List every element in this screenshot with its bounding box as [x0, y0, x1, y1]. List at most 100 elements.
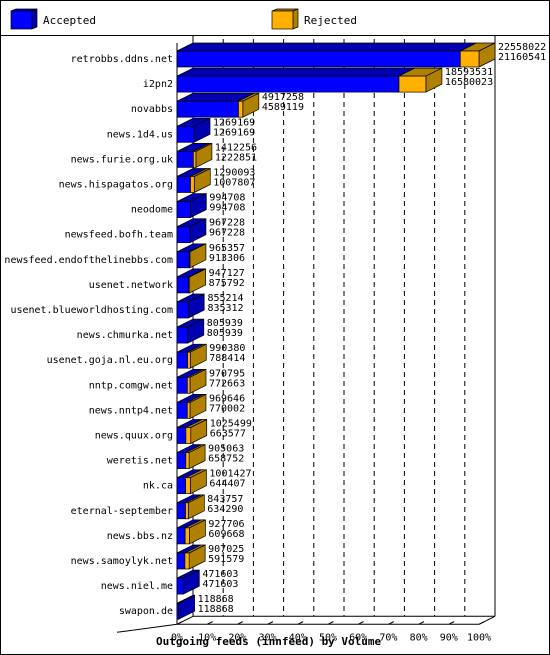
rejected-bar	[186, 376, 191, 394]
x-tick-label: 90%	[440, 632, 458, 643]
bar-group	[176, 142, 213, 168]
accepted-bar	[176, 351, 188, 369]
accepted-bar	[176, 326, 189, 344]
accepted-bar	[176, 402, 188, 419]
category-label: news.samoylyk.net	[71, 556, 173, 567]
legend: Accepted Rejected	[1, 1, 549, 36]
bar-group	[176, 268, 207, 294]
accepted-value-label: 16580023	[445, 77, 493, 88]
category-label: weretis.net	[107, 456, 173, 467]
legend-accepted-label: Accepted	[43, 14, 96, 27]
accepted-bar	[176, 50, 461, 68]
accepted-bar-top	[176, 67, 416, 77]
accepted-value-label: 967228	[209, 228, 245, 239]
bar-group	[176, 368, 207, 394]
category-label: i2pn2	[143, 79, 173, 90]
accepted-bar	[176, 201, 191, 218]
accepted-bar	[176, 376, 188, 394]
accepted-bar-top	[176, 42, 477, 52]
accepted-value-label: 634290	[207, 504, 243, 515]
rejected-bar	[187, 351, 191, 369]
accepted-value-label: 1222851	[215, 152, 257, 163]
accepted-value-label: 913306	[209, 253, 245, 264]
category-label: usenet.goja.nl.eu.org	[47, 355, 173, 366]
bar-group	[176, 318, 205, 344]
category-label: news.niel.me	[101, 581, 173, 592]
accepted-value-label: 772663	[209, 378, 245, 389]
accepted-value-label: 21160541	[498, 52, 546, 63]
rejected-bar	[185, 452, 190, 469]
bar-group	[176, 343, 207, 369]
bar-group	[176, 393, 207, 419]
category-label: retrobbs.ddns.net	[71, 54, 173, 65]
accepted-bar	[176, 125, 195, 143]
rejected-bar	[185, 427, 192, 444]
category-label: usenet.blueworldhosting.com	[10, 305, 173, 316]
chart-title: Outgoing feeds (innfeed) by Volume	[156, 635, 382, 648]
bar-group	[176, 167, 211, 194]
category-label: swapon.de	[119, 606, 173, 617]
bar-group	[176, 594, 195, 620]
category-label: news.bbs.nz	[107, 531, 173, 542]
category-label: news.1d4.us	[107, 129, 173, 140]
accepted-bar	[176, 552, 186, 570]
accepted-bar	[176, 276, 190, 294]
rejected-bar	[185, 477, 191, 495]
rejected-bar	[459, 50, 480, 68]
bar-group	[176, 92, 260, 118]
accepted-value-label: 644407	[209, 479, 245, 490]
rejected-bar	[185, 502, 189, 520]
category-label: newsfeed.bofh.team	[65, 230, 173, 241]
accepted-value-label: 805939	[207, 328, 243, 339]
rejected-bar	[184, 527, 190, 545]
bar-group	[176, 494, 205, 520]
x-tick-label: 70%	[379, 632, 397, 643]
bar-group	[176, 293, 205, 319]
category-label: novabbs	[131, 104, 173, 115]
bar-group	[176, 243, 207, 269]
category-label: news.quux.org	[95, 431, 173, 442]
rejected-bar	[398, 75, 427, 93]
legend-rejected-label: Rejected	[304, 14, 357, 27]
bar-group	[176, 418, 208, 445]
rejected-bar	[186, 402, 191, 419]
bar-group	[176, 569, 200, 595]
rejected-swatch	[271, 8, 299, 30]
category-label: usenet.network	[89, 280, 173, 291]
accepted-value-label: 663577	[210, 429, 246, 440]
accepted-bar	[176, 151, 194, 168]
accepted-value-label: 994708	[209, 203, 245, 214]
bar-group	[176, 117, 211, 143]
category-label: newsfeed.endofthelinebbs.com	[4, 255, 173, 266]
accepted-value-label: 770002	[209, 403, 245, 414]
category-label: news.hispagatos.org	[59, 180, 173, 191]
accepted-bar	[176, 502, 186, 520]
accepted-value-label: 591579	[208, 554, 244, 565]
bar-group	[176, 519, 206, 545]
accepted-bar	[176, 452, 187, 469]
x-tick-label: 100%	[467, 632, 491, 643]
accepted-value-label: 835312	[207, 303, 243, 314]
accepted-bar	[176, 176, 191, 193]
category-label: neodome	[131, 205, 173, 216]
accepted-swatch	[10, 8, 38, 30]
x-tick-label: 80%	[410, 632, 428, 643]
accepted-value-label: 118868	[198, 604, 234, 615]
x-tick-mark	[478, 621, 485, 625]
rejected-bar	[184, 552, 190, 570]
accepted-value-label: 4589119	[262, 102, 304, 113]
axis-foot	[116, 623, 178, 633]
accepted-bar	[176, 251, 190, 269]
rejected-bar	[188, 276, 191, 294]
category-label: news.furie.org.uk	[71, 154, 173, 165]
bar-group	[176, 469, 207, 495]
bar-group	[176, 544, 206, 570]
accepted-bar	[176, 577, 184, 595]
accepted-bar	[176, 301, 189, 319]
accepted-bar	[176, 427, 187, 444]
bar-group	[176, 193, 207, 219]
category-label: news.nntp4.net	[89, 405, 173, 416]
category-label: nntp.comgw.net	[89, 380, 173, 391]
category-label: nk.ca	[143, 481, 173, 492]
bar-group	[176, 444, 206, 470]
